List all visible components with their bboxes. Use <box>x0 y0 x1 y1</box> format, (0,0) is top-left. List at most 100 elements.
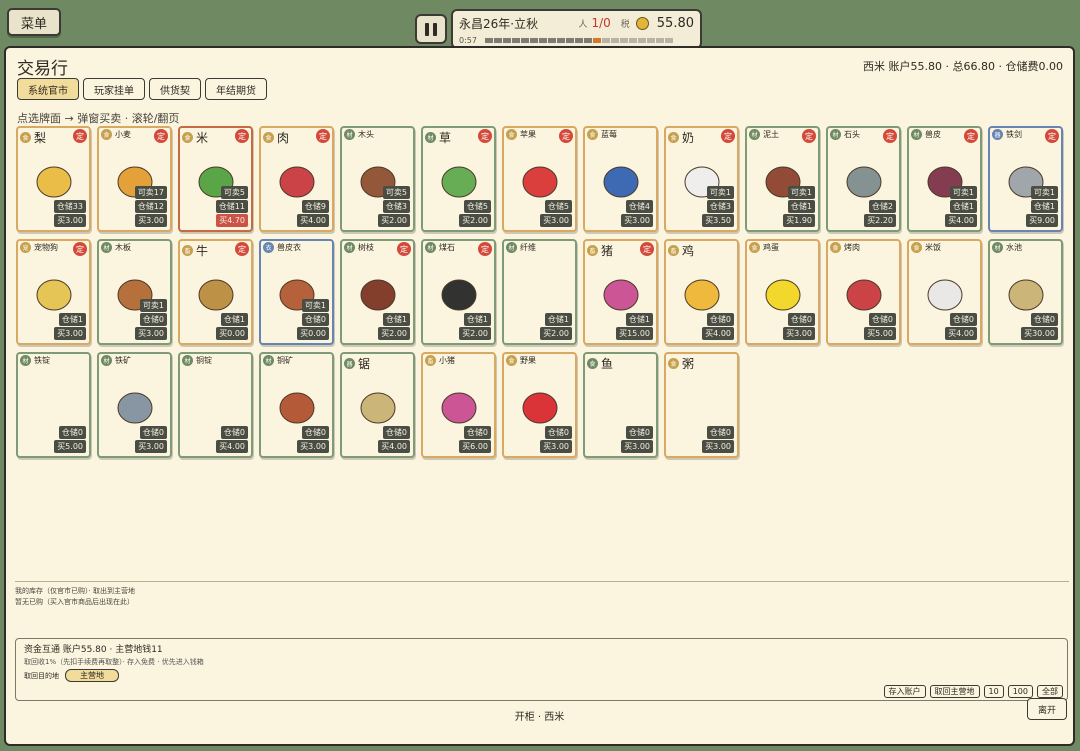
item-name: 米饭 <box>925 243 941 252</box>
category-badge-icon: 食 <box>263 132 274 143</box>
buy-price: 买1.90 <box>783 214 815 227</box>
item-card[interactable]: 材泥土 定可卖1 仓储1 买1.90 <box>745 126 820 232</box>
item-card[interactable]: 畜鸡仓储0 买4.00 <box>664 239 739 345</box>
blueberry-icon <box>603 166 638 198</box>
tab-supply-contract[interactable]: 供货契 <box>149 78 201 100</box>
item-name: 野果 <box>520 356 536 365</box>
chicken-icon <box>684 279 719 311</box>
item-card[interactable]: 衣兽皮衣 可卖1 仓储0 买0.00 <box>259 239 334 345</box>
buy-price: 买4.00 <box>945 327 977 340</box>
item-name: 铁锭 <box>34 356 50 365</box>
item-name: 粥 <box>682 357 695 371</box>
amount-10-button[interactable]: 10 <box>983 685 1004 698</box>
item-card[interactable]: 食奶 定可卖1 仓储3 买3.50 <box>664 126 739 232</box>
item-card[interactable]: 材木板 可卖1 仓储0 买3.00 <box>97 239 172 345</box>
stone-icon <box>846 166 881 198</box>
category-badge-icon: 材 <box>182 355 193 366</box>
fixed-price-badge: 定 <box>73 242 87 256</box>
category-badge-icon: 食 <box>101 129 112 140</box>
stock-count: 仓储2 <box>868 200 896 213</box>
item-card[interactable]: 畜猪 定仓储1 买15.00 <box>583 239 658 345</box>
item-card[interactable]: 畜小猪 仓储0 买6.00 <box>421 352 496 458</box>
category-badge-icon: 食 <box>668 132 679 143</box>
deposit-button[interactable]: 存入账户 <box>883 685 926 698</box>
buy-price: 买3.00 <box>783 327 815 340</box>
fixed-price-badge: 定 <box>640 242 654 256</box>
item-card[interactable]: 材铜矿 仓储0 买3.00 <box>259 352 334 458</box>
item-card[interactable]: 材树枝 定仓储1 买2.00 <box>340 239 415 345</box>
item-card[interactable]: 食鱼仓储0 买3.00 <box>583 352 658 458</box>
item-card[interactable]: 材纤维 仓储1 买2.00 <box>502 239 577 345</box>
item-card[interactable]: 材煤石 定仓储1 买2.00 <box>421 239 496 345</box>
category-badge-icon: 材 <box>425 132 436 143</box>
item-card[interactable]: 食鸡蛋 仓储0 买3.00 <box>745 239 820 345</box>
item-name: 铜锭 <box>196 356 212 365</box>
tab-annual-futures[interactable]: 年结期货 <box>205 78 267 100</box>
item-name: 石头 <box>844 130 860 139</box>
menu-button[interactable]: 菜单 <box>7 8 61 36</box>
item-card[interactable]: 食梨 定仓储33 买3.00 <box>16 126 91 232</box>
item-card[interactable]: 材木头 可卖5 仓储3 买2.00 <box>340 126 415 232</box>
item-card[interactable]: 食烤肉 仓储0 买5.00 <box>826 239 901 345</box>
stock-count: 仓储5 <box>544 200 572 213</box>
item-card[interactable]: 食肉 定仓储9 买4.00 <box>259 126 334 232</box>
item-card[interactable]: 畜牛 定仓储1 买0.00 <box>178 239 253 345</box>
tab-system-market[interactable]: 系统官市 <box>17 78 79 100</box>
item-card[interactable]: 材石头 定仓储2 买2.20 <box>826 126 901 232</box>
category-badge-icon: 畜 <box>425 355 436 366</box>
fixed-price-badge: 定 <box>802 129 816 143</box>
buy-price: 买3.00 <box>540 214 572 227</box>
cherry-icon <box>522 392 557 424</box>
category-badge-icon: 衣 <box>263 242 274 253</box>
item-card[interactable]: 材铁锭 仓储0 买5.00 <box>16 352 91 458</box>
buy-price: 买2.00 <box>540 327 572 340</box>
item-name: 煤石 <box>439 243 455 252</box>
stock-count: 仓储4 <box>625 200 653 213</box>
item-card[interactable]: 材兽皮 定可卖1 仓储1 买4.00 <box>907 126 982 232</box>
category-badge-icon: 材 <box>749 129 760 140</box>
item-name: 铁剑 <box>1006 130 1022 139</box>
fixed-price-badge: 定 <box>154 129 168 143</box>
pause-button[interactable] <box>415 14 447 44</box>
destination-main-camp[interactable]: 主营地 <box>65 669 119 682</box>
stock-count: 仓储0 <box>625 426 653 439</box>
copper-ore-icon <box>279 392 314 424</box>
item-card[interactable]: 宠宠物狗 定仓储1 买3.00 <box>16 239 91 345</box>
stock-count: 仓储0 <box>706 426 734 439</box>
item-card[interactable]: 材水池 仓储0 买30.00 <box>988 239 1063 345</box>
category-badge-icon: 畜 <box>587 245 598 256</box>
tab-player-listings[interactable]: 玩家挂单 <box>83 78 145 100</box>
category-badge-icon: 器 <box>344 358 355 369</box>
game-date: 永昌26年·立秋 <box>459 16 539 31</box>
item-card[interactable]: 食米 定可卖5 仓储11 买4.70 <box>178 126 253 232</box>
buy-price: 买3.00 <box>54 214 86 227</box>
item-card[interactable]: 材铜锭 仓储0 买4.00 <box>178 352 253 458</box>
item-grid: 食梨定仓储33 买3.00 食小麦定可卖17 仓储12 买3.00 食米定可卖5 仓储11 买… <box>16 126 1066 458</box>
item-card[interactable]: 器铁剑 定可卖1 仓储1 买9.00 <box>988 126 1063 232</box>
buy-price: 买2.00 <box>459 214 491 227</box>
item-card[interactable]: 食米饭 仓储0 买4.00 <box>907 239 982 345</box>
stock-count: 仓储0 <box>382 426 410 439</box>
item-card[interactable]: 食小麦 定可卖17 仓储12 买3.00 <box>97 126 172 232</box>
item-card[interactable]: 食粥仓储0 买3.00 <box>664 352 739 458</box>
amount-all-button[interactable]: 全部 <box>1037 685 1063 698</box>
category-badge-icon: 宠 <box>20 242 31 253</box>
item-card[interactable]: 材草 定仓储5 买2.00 <box>421 126 496 232</box>
item-name: 鱼 <box>601 357 614 371</box>
sellable-count: 可卖1 <box>787 186 815 199</box>
item-name: 兽皮 <box>925 130 941 139</box>
stock-count: 仓储1 <box>463 313 491 326</box>
leave-button[interactable]: 离开 <box>1027 698 1067 720</box>
item-card[interactable]: 材铁矿 仓储0 买3.00 <box>97 352 172 458</box>
withdraw-button[interactable]: 取回主营地 <box>929 685 980 698</box>
stock-count: 仓储33 <box>53 200 86 213</box>
branch-icon <box>360 279 395 311</box>
item-card[interactable]: 食苹果 定仓储5 买3.00 <box>502 126 577 232</box>
fixed-price-badge: 定 <box>478 129 492 143</box>
amount-100-button[interactable]: 100 <box>1007 685 1033 698</box>
stock-count: 仓储0 <box>58 426 86 439</box>
item-card[interactable]: 器锯仓储0 买4.00 <box>340 352 415 458</box>
item-card[interactable]: 食蓝莓 仓储4 买3.00 <box>583 126 658 232</box>
item-name: 烤肉 <box>844 243 860 252</box>
item-card[interactable]: 食野果 仓储0 买3.00 <box>502 352 577 458</box>
